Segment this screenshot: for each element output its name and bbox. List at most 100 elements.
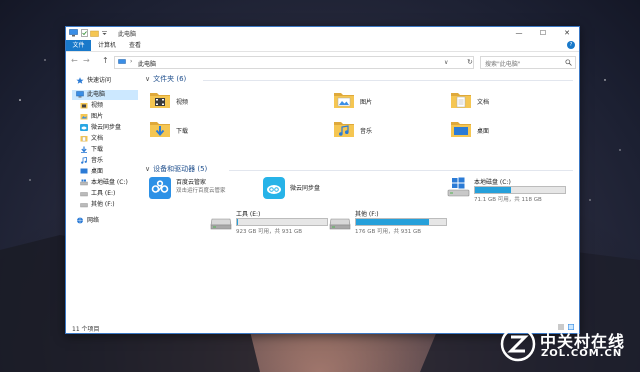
video-folder-icon [80,103,88,109]
folder-downloads[interactable]: 下载 [149,118,259,146]
drive-free-space: 176 GB 可用，共 931 GB [355,229,422,235]
minimize-button[interactable]: — [507,27,531,40]
drive-e[interactable]: 工具 (E:) 923 GB 可用，共 931 GB [209,209,329,235]
drive-icon [329,218,351,230]
group-divider [203,80,573,81]
document-folder-icon [451,93,471,108]
sidebar-item-desktop[interactable]: 桌面 [80,167,138,177]
computer-icon [76,91,84,98]
sidebar-item-drive-e[interactable]: 工具 (E:) [80,189,138,199]
drive-f[interactable]: 其他 (F:) 176 GB 可用，共 931 GB [328,209,448,235]
folder-name: 下载 [176,128,189,135]
folder-pictures[interactable]: 图片 [333,89,443,117]
computer-icon [69,29,78,37]
collapse-chevron-icon[interactable]: ∨ [145,75,150,83]
weiyun-icon [263,177,285,199]
sidebar-item-network[interactable]: 网络 [76,216,136,226]
drive-free-space: 923 GB 可用，共 931 GB [236,229,303,235]
folders-header-label: 文件夹 (6) [153,75,187,83]
back-button[interactable]: ← [71,56,78,65]
folder-videos[interactable]: 视频 [149,89,259,117]
address-history-dropdown[interactable]: ∨ [444,59,448,66]
sidebar-item-music[interactable]: 音乐 [80,156,138,166]
devices-group-header[interactable]: ∨ 设备和驱动器 (5) [145,164,207,174]
sidebar-item-this-pc[interactable]: 此电脑 [72,90,138,100]
content-pane: ∨文件夹 (6) 视频 图片 文档 下载 音乐 桌面 ∨设备和驱动器 (5) [141,71,579,319]
zol-logo-icon [500,326,536,362]
sidebar-item-label: 桌面 [91,168,104,175]
maximize-button[interactable]: ☐ [531,27,555,40]
refresh-button[interactable]: ↻ [467,58,473,66]
sidebar-item-label: 视频 [91,102,104,109]
baidu-cloud-icon [149,177,171,199]
folders-group-header[interactable]: ∨ 文件夹 (6) [145,74,186,84]
drive-usage-fill [237,219,238,225]
device-name: 微云同步盘 [290,185,321,192]
watermark-en: ZOL.COM.CN [541,348,623,359]
properties-icon[interactable] [80,29,89,37]
picture-folder-icon [334,93,354,108]
drive-name: 工具 (E:) [236,211,261,218]
up-button[interactable]: ↑ [102,56,109,65]
file-explorer-window: 此电脑 — ☐ ✕ 文件 计算机 查看 ? ← → ↑ › 此电脑 ∨ ↻ 搜索… [65,26,580,334]
sidebar-item-weiyun[interactable]: 微云同步盘 [80,123,138,133]
drive-usage-bar [474,186,566,194]
folder-documents[interactable]: 文档 [450,89,560,117]
address-row: ← → ↑ › 此电脑 ∨ ↻ 搜索"此电脑" [66,52,579,71]
folder-name: 视频 [176,99,189,106]
sidebar-item-label: 工具 (E:) [91,190,116,197]
star-icon [76,77,84,84]
folder-music[interactable]: 音乐 [333,118,443,146]
cloud-sync-icon [80,124,88,131]
drive-name: 本地磁盘 (C:) [474,179,511,186]
sidebar-item-label: 此电脑 [87,91,106,98]
device-description: 双击运行百度云管家 [176,188,226,194]
breadcrumb-separator[interactable]: › [130,58,132,65]
tab-view[interactable]: 查看 [129,40,141,51]
desktop-folder-icon [451,122,471,137]
sidebar-item-label: 微云同步盘 [91,124,122,131]
network-icon [77,217,83,224]
sidebar-item-drive-f[interactable]: 其他 (F:) [80,200,138,210]
sidebar-item-label: 图片 [91,113,104,120]
ribbon-tabs: 文件 计算机 查看 ? [66,40,579,52]
device-baidu-cloud[interactable]: 百度云管家 双击运行百度云管家 [149,177,269,201]
sidebar-item-documents[interactable]: 文档 [80,134,138,144]
sidebar-item-label: 本地磁盘 (C:) [91,179,128,186]
close-button[interactable]: ✕ [555,27,579,40]
sidebar-item-quick-access[interactable]: 快速访问 [76,76,136,86]
title-bar[interactable]: 此电脑 — ☐ ✕ [66,27,579,40]
device-weiyun[interactable]: 微云同步盘 [263,177,383,201]
sidebar-item-label: 下载 [91,146,104,153]
drive-free-space: 71.1 GB 可用，共 118 GB [474,197,542,203]
drive-usage-bar [236,218,328,226]
customize-toolbar-icon[interactable] [100,29,109,37]
drive-icon [80,179,88,186]
sidebar-item-pictures[interactable]: 图片 [80,112,138,122]
search-icon[interactable] [565,59,572,66]
breadcrumb[interactable]: 此电脑 [138,59,156,68]
forward-button[interactable]: → [83,56,90,65]
folder-name: 音乐 [360,128,373,135]
new-folder-icon[interactable] [90,29,99,37]
tab-computer[interactable]: 计算机 [98,40,116,51]
sidebar-item-videos[interactable]: 视频 [80,101,138,111]
address-bar[interactable]: › 此电脑 [114,56,474,69]
sidebar-item-downloads[interactable]: 下载 [80,145,138,155]
window-title: 此电脑 [118,31,137,38]
folder-name: 桌面 [477,128,490,135]
drive-icon [80,192,88,197]
collapse-chevron-icon[interactable]: ∨ [145,165,150,173]
device-name: 百度云管家 [176,179,207,186]
folder-desktop[interactable]: 桌面 [450,118,560,146]
sidebar-item-label: 其他 (F:) [91,201,115,208]
sidebar-item-drive-c[interactable]: 本地磁盘 (C:) [80,178,138,188]
search-input[interactable]: 搜索"此电脑" [480,56,576,69]
drive-usage-fill [475,187,511,193]
drive-name: 其他 (F:) [355,211,379,218]
drive-c[interactable]: 本地磁盘 (C:) 71.1 GB 可用，共 118 GB [447,177,567,203]
help-button[interactable]: ? [567,41,575,49]
tab-file[interactable]: 文件 [66,40,91,51]
picture-folder-icon [80,114,88,120]
drive-usage-fill [356,219,429,225]
